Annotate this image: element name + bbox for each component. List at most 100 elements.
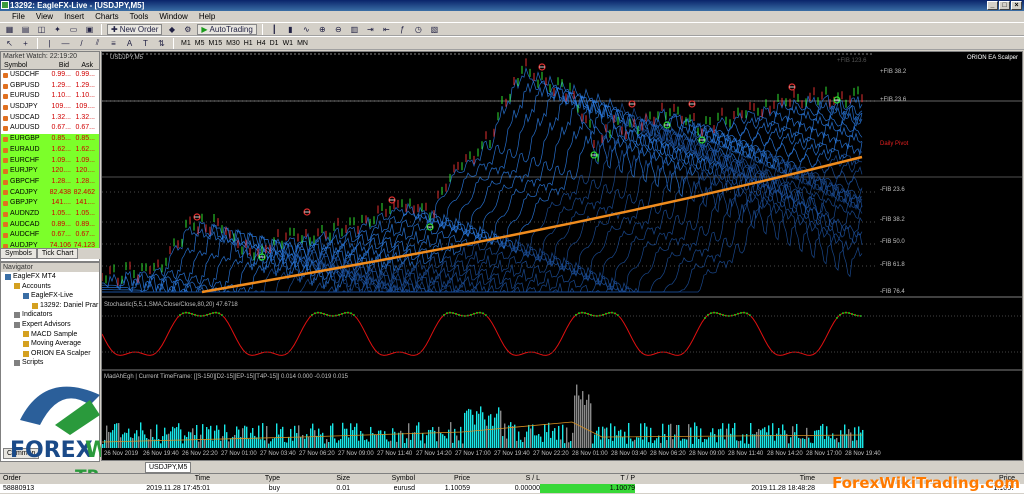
zoom-out-icon[interactable]: ⊖ [332, 24, 345, 35]
autotrading-button[interactable]: ▶ AutoTrading [197, 23, 257, 35]
fibo-icon[interactable]: ≡ [107, 38, 120, 49]
navigator-item[interactable]: MACD Sample [1, 330, 99, 340]
market-watch-icon[interactable]: ◫ [35, 24, 48, 35]
profiles-icon[interactable]: ▤ [19, 24, 32, 35]
bar-chart-icon[interactable]: ┃ [268, 24, 281, 35]
list-item[interactable]: GBPJPY 141.... 141.... [1, 198, 99, 209]
list-item[interactable]: EURGBP 0.85... 0.85... [1, 134, 99, 145]
autoscroll-icon[interactable]: ⇥ [364, 24, 377, 35]
menu-item-tools[interactable]: Tools [130, 11, 149, 22]
new-chart-icon[interactable]: ▦ [3, 24, 16, 35]
cursor-icon[interactable]: ↖ [3, 38, 16, 49]
menu-item-charts[interactable]: Charts [95, 11, 119, 22]
column-header[interactable]: S / L [470, 474, 540, 483]
arrows-icon[interactable]: ⇅ [155, 38, 168, 49]
navigator-item[interactable]: Indicators [1, 310, 99, 320]
navigator-item[interactable]: EagleFX MT4 [1, 272, 99, 282]
column-symbol[interactable]: Symbol [1, 61, 41, 69]
histogram-bar [138, 436, 140, 448]
zoom-in-icon[interactable]: ⊕ [316, 24, 329, 35]
stochastic-overbought [584, 312, 586, 315]
navigator-item[interactable]: ORION EA Scalper [1, 349, 99, 359]
menu-item-help[interactable]: Help [199, 11, 215, 22]
horizontal-line-icon[interactable]: — [59, 38, 72, 49]
list-item[interactable]: GBPCHF 1.28... 1.28... [1, 176, 99, 188]
vertical-line-icon[interactable]: | [43, 38, 56, 49]
timeframe-h4[interactable]: H4 [255, 40, 268, 47]
templates-icon[interactable]: ▧ [428, 24, 441, 35]
list-item[interactable]: CADJPY 82.438 82.462 [1, 187, 99, 199]
menu-item-view[interactable]: View [36, 11, 53, 22]
crosshair-icon[interactable]: + [19, 38, 32, 49]
stochastic-overbought [191, 312, 193, 315]
timeframe-w1[interactable]: W1 [281, 40, 296, 47]
navigator-item[interactable]: 13292: Daniel Prar [1, 301, 99, 311]
column-header[interactable]: Price [415, 474, 470, 483]
list-item[interactable]: EURCHF 1.09... 1.09... [1, 155, 99, 167]
channel-icon[interactable]: ⫽ [91, 38, 104, 49]
label-icon[interactable]: T [139, 38, 152, 49]
close-button[interactable]: × [1011, 1, 1022, 10]
column-header[interactable]: Time [635, 474, 815, 483]
list-item[interactable]: EURAUD 1.62... 1.62... [1, 144, 99, 156]
chart-shift-icon[interactable]: ⇤ [380, 24, 393, 35]
candle-chart-icon[interactable]: ▮ [284, 24, 297, 35]
chart-canvas[interactable] [102, 52, 1022, 460]
list-item[interactable]: AUDCAD 0.89... 0.89... [1, 219, 99, 231]
list-item[interactable]: AUDCHF 0.67... 0.67... [1, 230, 99, 241]
indicators-icon[interactable]: ƒ [396, 24, 409, 35]
list-item[interactable]: GBPUSD 1.29... 1.29... [1, 81, 99, 92]
column-header[interactable]: Time [90, 474, 210, 483]
column-ask[interactable]: Ask [69, 61, 93, 69]
timeframe-h1[interactable]: H1 [242, 40, 255, 47]
list-item[interactable]: EURUSD 1.10... 1.10... [1, 91, 99, 102]
timeframe-m1[interactable]: M1 [179, 40, 193, 47]
new-order-button[interactable]: ✚ New Order [107, 23, 163, 35]
list-item[interactable]: EURJPY 120.... 120.... [1, 166, 99, 177]
navigator-item[interactable]: Expert Advisors [1, 320, 99, 330]
minimize-button[interactable]: _ [987, 1, 998, 10]
navigator-item[interactable]: Moving Average [1, 339, 99, 349]
maximize-button[interactable]: □ [999, 1, 1010, 10]
timeframe-d1[interactable]: D1 [268, 40, 281, 47]
histogram-bar [136, 430, 138, 448]
column-header[interactable]: Type [210, 474, 280, 483]
navigator-item[interactable]: Accounts [1, 282, 99, 292]
periods-icon[interactable]: ◷ [412, 24, 425, 35]
ribbon-line [102, 111, 863, 293]
tab-tick-chart[interactable]: Tick Chart [36, 248, 79, 259]
list-item[interactable]: USDCHF 0.99... 0.99... [1, 70, 99, 81]
list-item[interactable]: AUDUSD 0.67... 0.67... [1, 123, 99, 134]
options-icon[interactable]: ⚙ [181, 24, 194, 35]
navigator-item[interactable]: EagleFX-Live [1, 291, 99, 301]
fib-label: -FIB 38.2 [880, 217, 905, 223]
histogram-bar [120, 437, 122, 448]
histogram-bar [216, 425, 218, 448]
column-header[interactable]: Size [280, 474, 350, 483]
text-icon[interactable]: A [123, 38, 136, 49]
timeframe-m15[interactable]: M15 [206, 40, 224, 47]
column-header[interactable]: T / P [540, 474, 635, 483]
timeframe-m30[interactable]: M30 [224, 40, 242, 47]
timeframe-m5[interactable]: M5 [193, 40, 207, 47]
timeframe-mn[interactable]: MN [295, 40, 310, 47]
line-chart-icon[interactable]: ∿ [300, 24, 313, 35]
terminal-icon[interactable]: ▭ [67, 24, 80, 35]
list-item[interactable]: USDJPY 109.... 109.... [1, 102, 99, 113]
tile-windows-icon[interactable]: ▥ [348, 24, 361, 35]
menu-item-insert[interactable]: Insert [64, 11, 84, 22]
column-header[interactable]: Order [0, 474, 90, 483]
list-item[interactable]: AUDNZD 1.05... 1.05... [1, 208, 99, 220]
trendline-icon[interactable]: / [75, 38, 88, 49]
column-bid[interactable]: Bid [41, 61, 69, 69]
metaeditor-icon[interactable]: ◆ [165, 24, 178, 35]
navigator-icon[interactable]: ✦ [51, 24, 64, 35]
list-item[interactable]: USDCAD 1.32... 1.32... [1, 113, 99, 124]
chart-tab-usdjpy[interactable]: USDJPY,M5 [145, 462, 192, 473]
tab-symbols[interactable]: Symbols [0, 248, 37, 259]
tester-icon[interactable]: ▣ [83, 24, 96, 35]
chart-window[interactable]: USDJPY,M5 ORION EA Scalper Daily Pivot +… [101, 51, 1023, 461]
menu-item-window[interactable]: Window [159, 11, 187, 22]
column-header[interactable]: Symbol [350, 474, 415, 483]
menu-item-file[interactable]: File [12, 11, 25, 22]
